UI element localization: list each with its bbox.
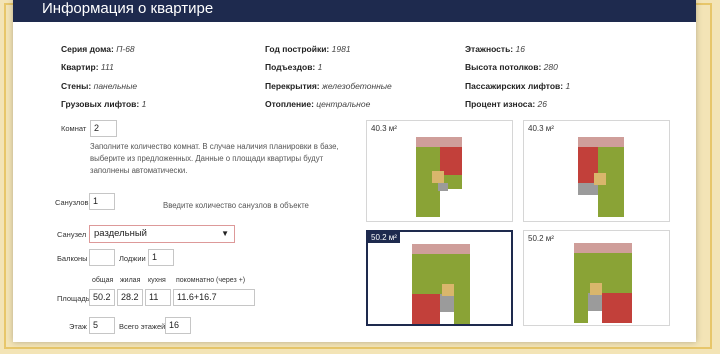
- floor-label: Этаж: [69, 322, 87, 331]
- rooms-input[interactable]: 2: [90, 120, 117, 137]
- floor-plan-image: [578, 137, 624, 217]
- total-floors-input[interactable]: 16: [165, 317, 191, 334]
- info-entrances: Подъездов: 1: [265, 62, 323, 72]
- plan-card-selected[interactable]: 50.2 м²: [366, 230, 513, 326]
- area-total-input[interactable]: 50.2: [89, 289, 115, 306]
- area-label: Площадь: [57, 294, 90, 303]
- bathroom-type-select[interactable]: раздельный ▼: [89, 225, 235, 243]
- area-header-kitchen: кухня: [148, 277, 166, 284]
- chevron-down-icon: ▼: [221, 229, 229, 238]
- plan-area-label: 50.2 м²: [368, 232, 400, 243]
- total-floors-label: Всего этажей: [119, 322, 166, 331]
- area-living-input[interactable]: 28.2: [117, 289, 143, 306]
- info-floors: Этажность: 16: [465, 44, 525, 54]
- info-year: Год постройки: 1981: [265, 44, 351, 54]
- info-ceiling: Высота потолков: 280: [465, 62, 558, 72]
- panel-title: Информация о квартире: [42, 0, 214, 17]
- apartment-info-panel: Информация о квартире Серия дома: П-68 Г…: [13, 0, 696, 342]
- panel-header: Информация о квартире: [13, 0, 696, 22]
- bathroom-type-value: раздельный: [94, 228, 147, 239]
- plan-area-label: 40.3 м²: [528, 124, 554, 133]
- rooms-hint: Заполните количество комнат. В случае на…: [90, 142, 339, 175]
- info-heating: Отопление: центральное: [265, 99, 371, 109]
- plan-area-label: 40.3 м²: [371, 124, 397, 133]
- floor-plan-image: [412, 244, 470, 324]
- plan-card[interactable]: 40.3 м²: [523, 120, 670, 222]
- floor-plan-image: [416, 137, 462, 217]
- info-apartment: Квартир: 111: [61, 62, 114, 72]
- rooms-label: Комнат: [61, 124, 87, 133]
- info-wear: Процент износа: 26: [465, 99, 548, 109]
- info-walls: Стены: панельные: [61, 81, 138, 91]
- loggias-input[interactable]: 1: [148, 249, 174, 266]
- info-series: Серия дома: П-68: [61, 44, 135, 54]
- bathrooms-input[interactable]: 1: [89, 193, 115, 210]
- plan-card[interactable]: 50.2 м²: [523, 230, 670, 326]
- plan-area-label: 50.2 м²: [528, 234, 554, 243]
- bathrooms-label: Санузлов: [55, 198, 89, 207]
- plan-card[interactable]: 40.3 м²: [366, 120, 513, 222]
- bathrooms-hint: Введите количество санузлов в объекте: [163, 201, 309, 210]
- loggias-label: Лоджии: [119, 254, 146, 263]
- info-passenger-lifts: Пассажирских лифтов: 1: [465, 81, 571, 91]
- area-header-total: общая: [92, 277, 114, 284]
- area-header-rooms: покомнатно (через +): [176, 277, 246, 284]
- floor-input[interactable]: 5: [89, 317, 115, 334]
- floor-plan-image: [574, 243, 632, 323]
- balconies-label: Балконы: [57, 254, 88, 263]
- area-rooms-input[interactable]: 11.6+16.7: [173, 289, 255, 306]
- info-cargo-lifts: Грузовых лифтов: 1: [61, 99, 147, 109]
- bathroom-type-label: Санузел: [57, 230, 87, 239]
- info-slabs: Перекрытия: железобетонные: [265, 81, 392, 91]
- balconies-input[interactable]: [89, 249, 115, 266]
- area-header-living: жилая: [120, 277, 141, 284]
- area-kitchen-input[interactable]: 11: [145, 289, 171, 306]
